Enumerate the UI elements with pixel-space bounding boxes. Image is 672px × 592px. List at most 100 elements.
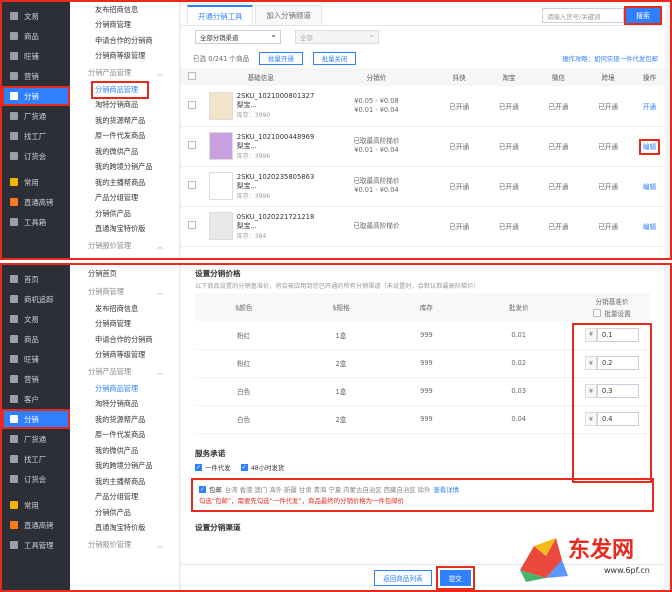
sub-nav-link[interactable]: 分销供产品 [70,505,179,521]
nav-item-3[interactable]: 商品 [2,329,70,349]
tab-open-tools[interactable]: 开通分销工具 [187,5,254,25]
sub-nav-link[interactable]: 我的微供产品 [70,443,179,459]
sub-nav-link[interactable]: 我的主播帮商品 [70,175,179,191]
sub-nav-link[interactable]: 分销商管理 [70,317,179,333]
product-thumbnail[interactable] [209,132,233,160]
nav-item-3[interactable]: 营销 [2,66,70,86]
nav-item-7[interactable]: 订货会 [2,146,70,166]
marketing-icon [10,72,18,80]
nav-item-8[interactable]: 厂货通 [2,429,70,449]
sub-nav-link[interactable]: 分销商管理 [70,18,179,34]
nav-item-0[interactable]: 文易 [2,6,70,26]
nav-item-6[interactable]: 找工厂 [2,126,70,146]
sub-nav-link[interactable]: 产品分组管理 [70,490,179,506]
nav-item-label: 分销 [24,414,39,424]
sub-nav-link[interactable]: 申请合作的分销商 [70,33,179,49]
open-link[interactable]: 开通 [643,103,656,111]
sub-nav-link[interactable]: 产品分组管理 [70,191,179,207]
sub-nav-link[interactable]: 申请合作的分销商 [70,332,179,348]
nav-item-2[interactable]: 旺铺 [2,46,70,66]
batch-close-button[interactable]: 批量关闭 [312,51,357,65]
select-all-cell[interactable] [181,68,203,86]
row-checkbox[interactable] [188,221,196,229]
product-thumbnail[interactable] [209,172,233,200]
back-to-list-button[interactable]: 返回商品列表 [374,569,432,586]
nav-item-11[interactable]: 常用 [2,495,70,515]
sub-nav-link[interactable]: 原一件代发商品 [70,129,179,145]
nav-item-10[interactable]: 订货会 [2,469,70,489]
product-name[interactable]: 2SKU_1020235805863梨宝... [237,173,319,191]
edit-link[interactable]: 编辑 [638,139,661,155]
nav-item-7[interactable]: 分销 [2,409,70,429]
row-checkbox[interactable] [188,181,196,189]
search-button[interactable]: 搜索 [624,6,662,25]
nav-item-label: 直通高铐 [24,197,54,207]
edit-link[interactable]: 编辑 [643,223,656,231]
product-name[interactable]: 2SKU_1021000801327梨宝... [237,92,319,110]
nav-item-8[interactable]: 常用 [2,172,70,192]
nav-item-6[interactable]: 客户 [2,389,70,409]
nav-item-9[interactable]: 直通高铐 [2,192,70,212]
tab-join-channel[interactable]: 加入分销频道 [255,5,322,25]
sub-nav-link[interactable]: 分销商品管理 [91,81,149,99]
guide-link[interactable]: 操作攻略：如何实现一件代发包邮 [562,54,658,63]
channel-select[interactable]: 全部分销渠道 [195,30,281,44]
sub-nav-link[interactable]: 分销商等级管理 [70,348,179,364]
edit-link[interactable]: 编辑 [643,183,656,191]
sub-nav-link[interactable]: 我的货源帮产品 [70,113,179,129]
nav-item-12[interactable]: 直通高铐 [2,515,70,535]
view-detail-link[interactable]: 查看详情 [433,485,459,494]
distribution-icon [10,92,18,100]
nav-item-13[interactable]: 工具管理 [2,535,70,555]
nav-item-4[interactable]: 旺铺 [2,349,70,369]
sub-nav-link[interactable]: 我的微供产品 [70,144,179,160]
sub-nav-link[interactable]: 友布招商信息 [70,2,179,18]
sub-nav-link[interactable]: 我的主播帮商品 [70,474,179,490]
sub-nav-link[interactable]: 分销供产品 [70,206,179,222]
sub-group-dist[interactable]: 分销商管理 ︿ [70,283,179,301]
submit-button[interactable]: 提交 [435,565,475,590]
nav-item-0[interactable]: 首页 [2,269,70,289]
nav-item-5[interactable]: 厂货通 [2,106,70,126]
sub-nav-link[interactable]: 淘特分销商品 [70,397,179,413]
nav-item-2[interactable]: 文易 [2,309,70,329]
nav-item-9[interactable]: 找工厂 [2,449,70,469]
product-name[interactable]: 2SKU_1021000448969梨宝... [237,133,319,151]
nav-item-10[interactable]: 工具箱 [2,212,70,232]
sub-nav-link[interactable]: 我的跨境分销产品 [70,459,179,475]
row-checkbox[interactable] [188,100,196,109]
nav-item-4[interactable]: 分销 [2,86,70,106]
batch-open-button[interactable]: 批量开通 [259,51,303,65]
sub-nav-link[interactable]: 我的跨境分销产品 [70,160,179,176]
select-all-checkbox[interactable] [188,72,196,80]
dropship-checkbox[interactable]: ✓ [195,464,202,471]
sub-group-level[interactable]: 分销报价管理 ︿ [70,237,179,255]
status-select[interactable]: 全部 [295,30,379,44]
product-name[interactable]: 0SKU_1020221721218梨宝... [237,213,319,231]
sub-nav-link[interactable]: 原一件代发商品 [70,428,179,444]
sub-home[interactable]: 分销首页 [70,265,179,283]
nav-item-1[interactable]: 商机追踪 [2,289,70,309]
price-settings-panel: 首页 商机追踪 文易 商品 旺铺 营销 客户分销厂货通 找工厂订货会常用 直通高铐 工具管理 分销… [0,263,672,592]
sub-nav-link[interactable]: 淘特分销商品 [70,98,179,114]
sub-nav-link[interactable]: 我的货源帮产品 [70,412,179,428]
row-checkbox[interactable] [188,141,196,149]
search-input[interactable]: 请输入货号/关键词 [542,8,624,23]
sub-nav-link[interactable]: 分销商等级管理 [70,49,179,65]
basic-info-cell: 0SKU_1020221721218梨宝... 库存：384 [203,206,319,247]
sub-group-products[interactable]: 分销产品管理 ︿ [70,64,179,82]
free-shipping-checkbox[interactable]: ✓ [199,485,206,493]
sub-group-products[interactable]: 分销产品管理 ︿ [70,363,179,381]
nav-item-5[interactable]: 营销 [2,369,70,389]
sub-nav-link[interactable]: 直通淘宝特价版 [70,222,179,238]
nav-item-label: 订货会 [24,474,47,484]
sub-nav-link[interactable]: 直通淘宝特价版 [70,521,179,537]
sub-group-level[interactable]: 分销报价管理 ︿ [70,536,179,554]
product-thumbnail[interactable] [209,91,233,120]
sub-nav-link[interactable]: 分销商品管理 [70,381,179,397]
sub-nav-link[interactable]: 发布招商信息 [70,301,179,317]
ship48-checkbox[interactable]: ✓ [240,464,248,471]
batch-set-checkbox[interactable] [593,309,602,317]
nav-item-1[interactable]: 商品 [2,26,70,46]
product-thumbnail[interactable] [209,212,233,240]
